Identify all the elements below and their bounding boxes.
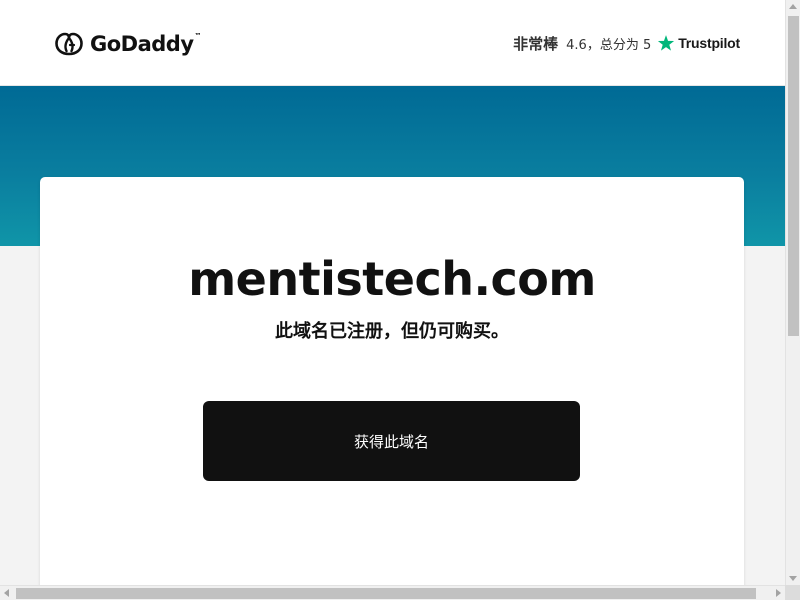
godaddy-logo[interactable]: GoDaddy™ bbox=[53, 28, 201, 60]
site-header: GoDaddy™ 非常棒 4.6，总分为 5 Trustpilot bbox=[0, 0, 785, 86]
vertical-scroll-thumb[interactable] bbox=[788, 16, 799, 336]
trustpilot-wordmark: Trustpilot bbox=[678, 35, 740, 51]
domain-card: mentistech.com 此域名已注册，但仍可购买。 获得此域名 bbox=[40, 177, 744, 600]
logo-wordmark: GoDaddy™ bbox=[90, 32, 202, 56]
domain-status: 此域名已注册，但仍可购买。 bbox=[275, 321, 509, 342]
trustpilot-star-icon bbox=[658, 35, 675, 51]
scroll-left-arrow-icon[interactable] bbox=[4, 589, 9, 597]
trademark-symbol: ™ bbox=[194, 32, 202, 40]
horizontal-scrollbar[interactable] bbox=[0, 585, 785, 600]
rating-score: 4.6，总分为 5 bbox=[566, 37, 652, 53]
domain-name: mentistech.com bbox=[188, 252, 596, 306]
trustpilot-rating[interactable]: 非常棒 4.6，总分为 5 Trustpilot bbox=[513, 33, 740, 53]
scroll-right-arrow-icon[interactable] bbox=[776, 589, 781, 597]
rating-word: 非常棒 bbox=[513, 34, 559, 53]
scroll-down-arrow-icon[interactable] bbox=[789, 576, 797, 581]
godaddy-logo-icon bbox=[55, 32, 83, 56]
vertical-scrollbar[interactable] bbox=[785, 0, 800, 585]
page: GoDaddy™ 非常棒 4.6，总分为 5 Trustpilot mentis… bbox=[0, 0, 800, 600]
scrollbar-corner bbox=[785, 585, 800, 600]
get-domain-button[interactable]: 获得此域名 bbox=[203, 401, 580, 481]
scroll-up-arrow-icon[interactable] bbox=[789, 4, 797, 9]
horizontal-scroll-thumb[interactable] bbox=[16, 588, 756, 599]
